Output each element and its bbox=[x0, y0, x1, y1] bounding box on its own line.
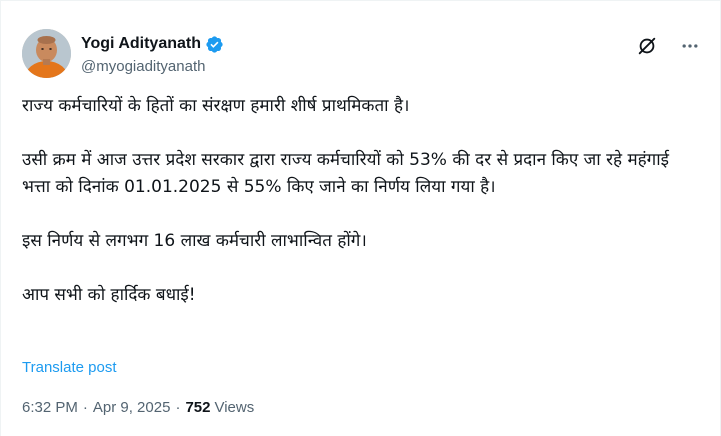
post-meta: 6:32 PM · Apr 9, 2025 · 752 Views bbox=[22, 399, 254, 416]
post-text: राज्य कर्मचारियों के हितों का संरक्षण हम… bbox=[22, 93, 702, 309]
author-display-name[interactable]: Yogi Adityanath bbox=[81, 35, 201, 53]
post-paragraph: राज्य कर्मचारियों के हितों का संरक्षण हम… bbox=[22, 96, 410, 116]
post-date[interactable]: Apr 9, 2025 bbox=[93, 399, 171, 416]
translate-post-link[interactable]: Translate post bbox=[22, 359, 117, 376]
avatar[interactable] bbox=[22, 29, 71, 78]
meta-separator: · bbox=[175, 399, 181, 416]
post-time[interactable]: 6:32 PM bbox=[22, 399, 78, 416]
post-paragraph: इस निर्णय से लगभग 16 लाख कर्मचारी लाभान्… bbox=[22, 231, 367, 251]
views-count[interactable]: 752 bbox=[185, 399, 210, 416]
author-handle[interactable]: @myogiadityanath bbox=[81, 58, 224, 75]
author-info: Yogi Adityanath @myogiadityanath bbox=[81, 33, 224, 75]
more-options-icon[interactable] bbox=[680, 36, 700, 56]
verified-badge-icon[interactable] bbox=[205, 35, 224, 54]
post-header: Yogi Adityanath @myogiadityanath bbox=[22, 29, 700, 79]
views-label: Views bbox=[214, 399, 255, 416]
post-paragraph: उसी क्रम में आज उत्तर प्रदेश सरकार द्वार… bbox=[22, 150, 669, 197]
post-card: Yogi Adityanath @myogiadityanath राज्य क… bbox=[0, 0, 721, 436]
header-actions bbox=[636, 35, 700, 57]
grok-icon[interactable] bbox=[636, 35, 658, 57]
meta-separator: · bbox=[82, 399, 88, 416]
post-paragraph: आप सभी को हार्दिक बधाई! bbox=[22, 285, 196, 305]
avatar-image bbox=[22, 29, 71, 78]
